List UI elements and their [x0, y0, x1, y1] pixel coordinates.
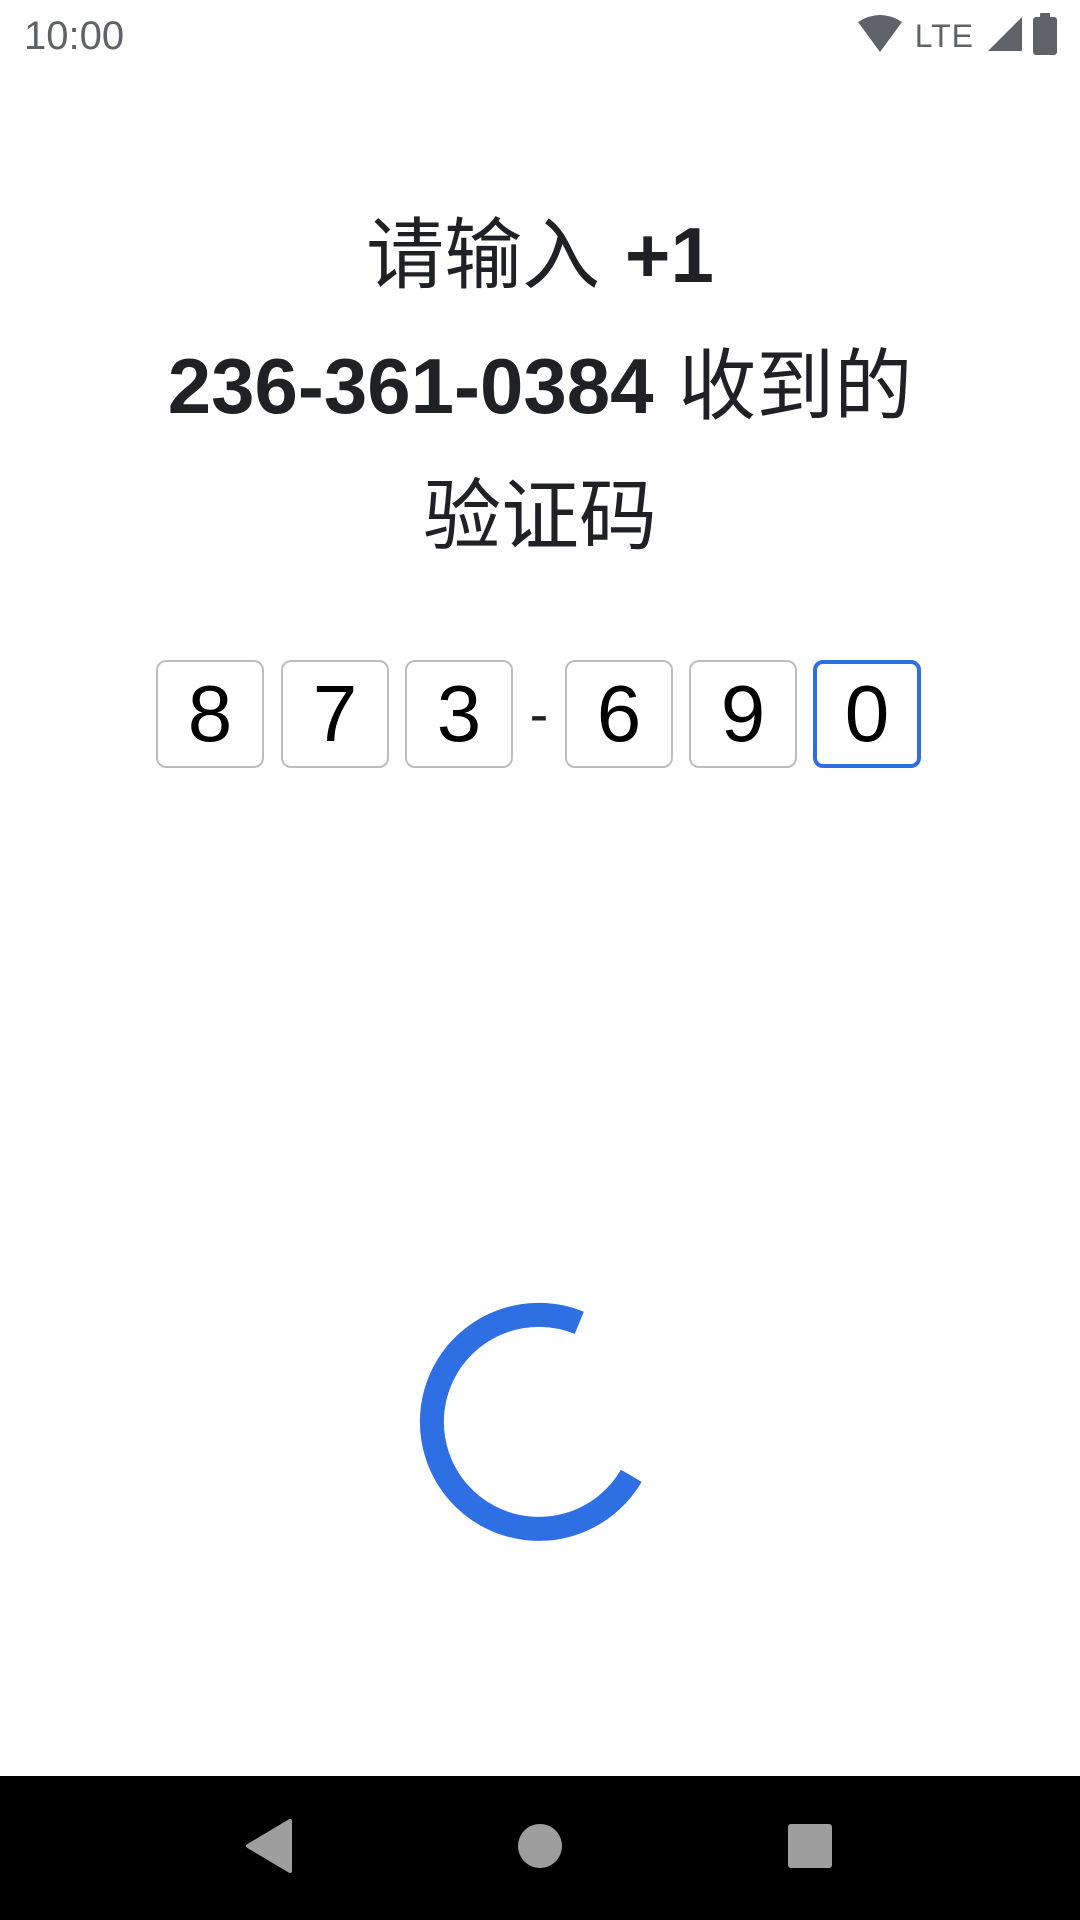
phone-number: 236-361-0384 [167, 342, 654, 430]
recents-icon [787, 1823, 833, 1873]
wifi-icon [857, 14, 903, 58]
title-prefix: 请输入 [366, 211, 625, 301]
status-icons: LTE [857, 13, 1058, 59]
network-type-label: LTE [914, 17, 974, 54]
code-digit-box-6[interactable]: 0 [813, 660, 921, 768]
cellular-signal-icon [986, 15, 1024, 57]
page-title: 请输入 +1 236-361-0384 收到的 验证码 [90, 190, 990, 582]
title-suffix: 验证码 [422, 472, 657, 562]
code-digit-box-3[interactable]: 3 [405, 660, 513, 768]
code-digit-box-4[interactable]: 6 [565, 660, 673, 768]
back-button[interactable] [209, 1776, 329, 1920]
recents-button[interactable] [750, 1776, 870, 1920]
phone-number-country-code: +1 [624, 211, 714, 299]
home-button[interactable] [480, 1776, 600, 1920]
loading-spinner-icon [415, 1297, 665, 1547]
title-middle: 收到的 [653, 342, 913, 432]
status-time: 10:00 [24, 14, 125, 58]
code-digit-box-2[interactable]: 7 [281, 660, 389, 768]
home-icon [517, 1823, 563, 1873]
code-separator: - [529, 682, 549, 745]
back-icon [244, 1819, 294, 1877]
status-bar: 10:00 LTE [0, 0, 1080, 74]
code-digit-box-5[interactable]: 9 [689, 660, 797, 768]
navigation-bar [0, 1776, 1080, 1920]
code-digit-box-1[interactable]: 8 [156, 660, 264, 768]
battery-icon [1032, 13, 1058, 59]
